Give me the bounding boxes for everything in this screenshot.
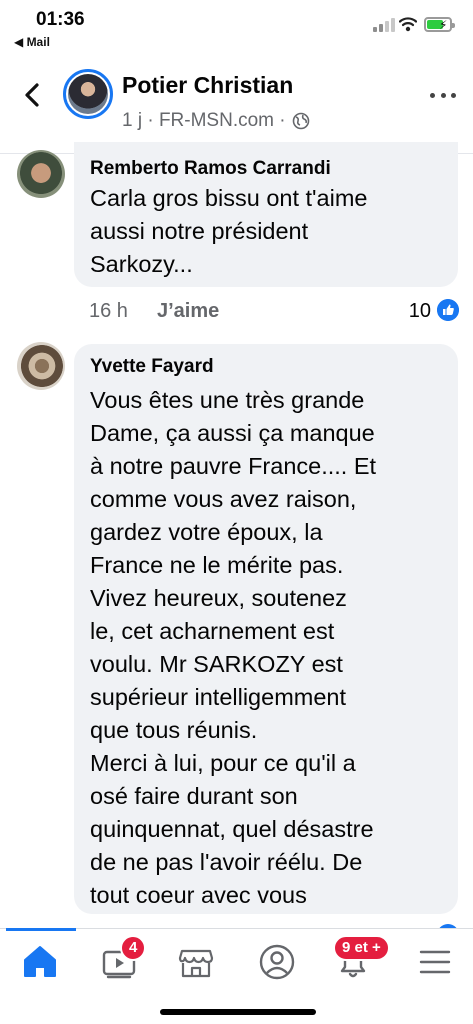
profile-icon[interactable] xyxy=(254,939,300,985)
marketplace-icon[interactable] xyxy=(173,939,219,985)
comment-actions: 16 h J’aime 10 xyxy=(89,297,459,327)
post-header: Potier Christian 1 j · FR-MSN.com · xyxy=(0,60,473,154)
author-avatar[interactable] xyxy=(63,69,113,119)
status-bar: 01:36 ◀ Mail ⚡ xyxy=(0,0,473,56)
comment-text: Vous êtes une très grande Dame, ça aussi… xyxy=(90,387,377,908)
globe-icon xyxy=(292,112,309,130)
comment-author[interactable]: Yvette Fayard xyxy=(90,356,214,378)
post-meta-text: 1 j · FR-MSN.com · xyxy=(122,110,286,131)
more-options-icon[interactable] xyxy=(430,90,456,100)
back-arrow-icon[interactable] xyxy=(18,78,48,112)
author-name[interactable]: Potier Christian xyxy=(122,72,293,99)
reaction-count[interactable]: 10 xyxy=(409,300,431,323)
post-meta: 1 j · FR-MSN.com · xyxy=(122,110,310,132)
like-button[interactable]: J’aime xyxy=(157,300,219,323)
home-indicator xyxy=(160,1009,316,1015)
comment-timestamp[interactable]: 16 h xyxy=(89,300,128,323)
comment-author[interactable]: Remberto Ramos Carrandi xyxy=(90,158,331,180)
menu-icon[interactable] xyxy=(412,939,458,985)
active-tab-indicator xyxy=(6,928,76,931)
thumbs-up-icon[interactable] xyxy=(437,299,459,321)
signal-icon xyxy=(373,18,395,32)
comment-text: Carla gros bissu ont t'aime aussi notre … xyxy=(90,185,368,277)
back-to-mail-link[interactable]: ◀ Mail xyxy=(14,35,50,49)
home-icon[interactable] xyxy=(17,939,63,985)
commenter-avatar[interactable] xyxy=(17,342,65,390)
clock: 01:36 xyxy=(36,9,85,30)
comment-bubble: Remberto Ramos Carrandi Carla gros bissu… xyxy=(74,142,458,287)
comment-bubble: Yvette Fayard Vous êtes une très grande … xyxy=(74,344,458,914)
wifi-icon xyxy=(399,17,417,32)
battery-icon: ⚡ xyxy=(424,17,455,32)
notifications-badge: 9 et + xyxy=(333,935,390,961)
commenter-avatar[interactable] xyxy=(17,150,65,198)
